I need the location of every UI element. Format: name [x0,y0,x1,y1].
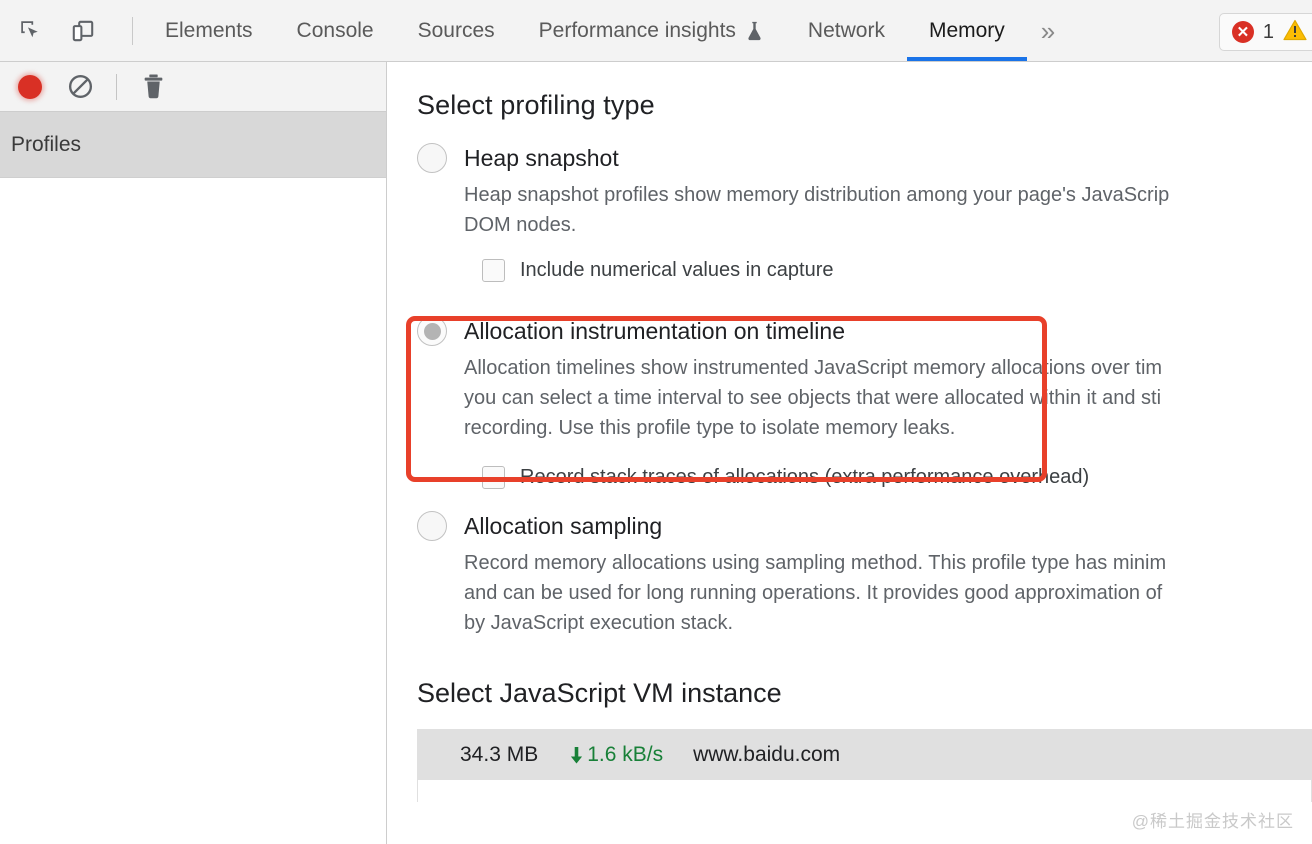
inspect-cursor-icon[interactable] [14,14,48,48]
record-stack-traces-checkbox-row[interactable]: Record stack traces of allocations (extr… [482,466,1312,489]
trash-icon [144,74,162,99]
vm-list-filler [418,780,1311,802]
watermark: @稀土掘金技术社区 [1131,812,1294,831]
profiling-option-allocation-sampling: Allocation sampling Record memory alloca… [417,511,1312,638]
vm-instance-rate-value: 1.6 kB/s [587,743,664,766]
profiling-option-allocation-instrumentation: Allocation instrumentation on timeline A… [417,316,1312,489]
download-arrow-icon [571,746,583,764]
sidebar-profile-list [0,178,386,844]
devtools-window: Elements Console Sources Performance ins… [0,0,1312,844]
memory-sidebar: Profiles [0,62,387,844]
vm-instance-size: 34.3 MB [460,743,539,766]
allocation-instrumentation-label: Allocation instrumentation on timeline [464,317,845,344]
page-title: Select profiling type [417,90,655,120]
vm-instance-list: 34.3 MB 1.6 kB/s www.baidu.com [417,729,1312,802]
vm-instance-title: Select JavaScript VM instance [417,678,782,708]
allocation-instrumentation-option-row[interactable]: Allocation instrumentation on timeline [417,316,1312,346]
include-numerical-values-checkbox[interactable] [482,259,505,282]
error-circle-icon: ✕ [1231,21,1254,43]
record-stack-traces-checkbox[interactable] [482,466,505,489]
sidebar-toolbar [0,62,386,112]
sidebar-toolbar-divider [116,73,117,100]
include-numerical-values-label: Include numerical values in capture [520,259,834,281]
device-toggle-glyph [72,20,94,41]
sidebar-item-profiles-label: Profiles [11,132,82,156]
vm-instance-rate: 1.6 kB/s [568,743,663,767]
no-entry-icon [68,74,92,99]
allocation-instrumentation-radio[interactable] [417,316,447,346]
devtools-body: Profiles Select profiling type Heap snap… [0,62,1312,844]
tab-memory-label: Memory [928,18,1005,42]
flask-icon [745,20,764,42]
devtools-main-toolbar: Elements Console Sources Performance ins… [0,0,1312,62]
tab-elements[interactable]: Elements [143,0,275,61]
toolbar-divider [132,16,133,45]
tab-elements-label: Elements [165,18,253,42]
tab-network[interactable]: Network [786,0,907,61]
record-circle-icon [18,74,42,99]
tab-performance-insights-label: Performance insights [538,18,736,42]
toolbar-icon-group [0,0,143,61]
allocation-sampling-description: Record memory allocations using sampling… [464,552,1167,634]
tab-memory[interactable]: Memory [906,0,1027,61]
record-button[interactable] [8,67,52,107]
heap-snapshot-option-row[interactable]: Heap snapshot [417,143,1312,173]
tab-performance-insights[interactable]: Performance insights [517,0,786,61]
warning-triangle-icon [1283,19,1307,46]
tab-console-label: Console [296,18,374,42]
inspect-cursor-glyph [21,20,38,37]
warning-triangle-glyph [1283,19,1307,40]
tab-sources[interactable]: Sources [396,0,517,61]
clear-button[interactable] [58,67,102,107]
heap-snapshot-label: Heap snapshot [464,144,619,171]
record-stack-traces-label: Record stack traces of allocations (extr… [520,466,1090,488]
panel-tab-strip: Elements Console Sources Performance ins… [143,0,1312,61]
allocation-sampling-option-row[interactable]: Allocation sampling [417,511,1312,541]
profile-launcher-view: Select profiling type Heap snapshot Heap… [387,62,1312,844]
allocation-sampling-label: Allocation sampling [464,512,663,539]
heap-snapshot-description: Heap snapshot profiles show memory distr… [464,184,1170,236]
allocation-sampling-radio[interactable] [417,511,447,541]
include-numerical-values-checkbox-row[interactable]: Include numerical values in capture [482,259,1312,282]
profiling-option-heap-snapshot: Heap snapshot Heap snapshot profiles sho… [417,143,1312,282]
tab-sources-label: Sources [417,18,495,42]
vm-instance-row[interactable]: 34.3 MB 1.6 kB/s www.baidu.com [418,730,1311,780]
error-count: 1 [1262,20,1274,43]
heap-snapshot-radio[interactable] [417,143,447,173]
more-tabs-button[interactable]: » [1027,0,1069,61]
sidebar-item-profiles[interactable]: Profiles [0,112,386,178]
tab-network-label: Network [807,18,885,42]
allocation-instrumentation-description: Allocation timelines show instrumented J… [464,357,1163,439]
vm-instance-origin: www.baidu.com [693,743,841,766]
tab-console[interactable]: Console [275,0,396,61]
device-toggle-icon[interactable] [66,14,100,48]
flask-glyph [748,21,761,40]
delete-button[interactable] [131,67,175,107]
issues-badge[interactable]: ✕ 1 [1218,13,1312,51]
